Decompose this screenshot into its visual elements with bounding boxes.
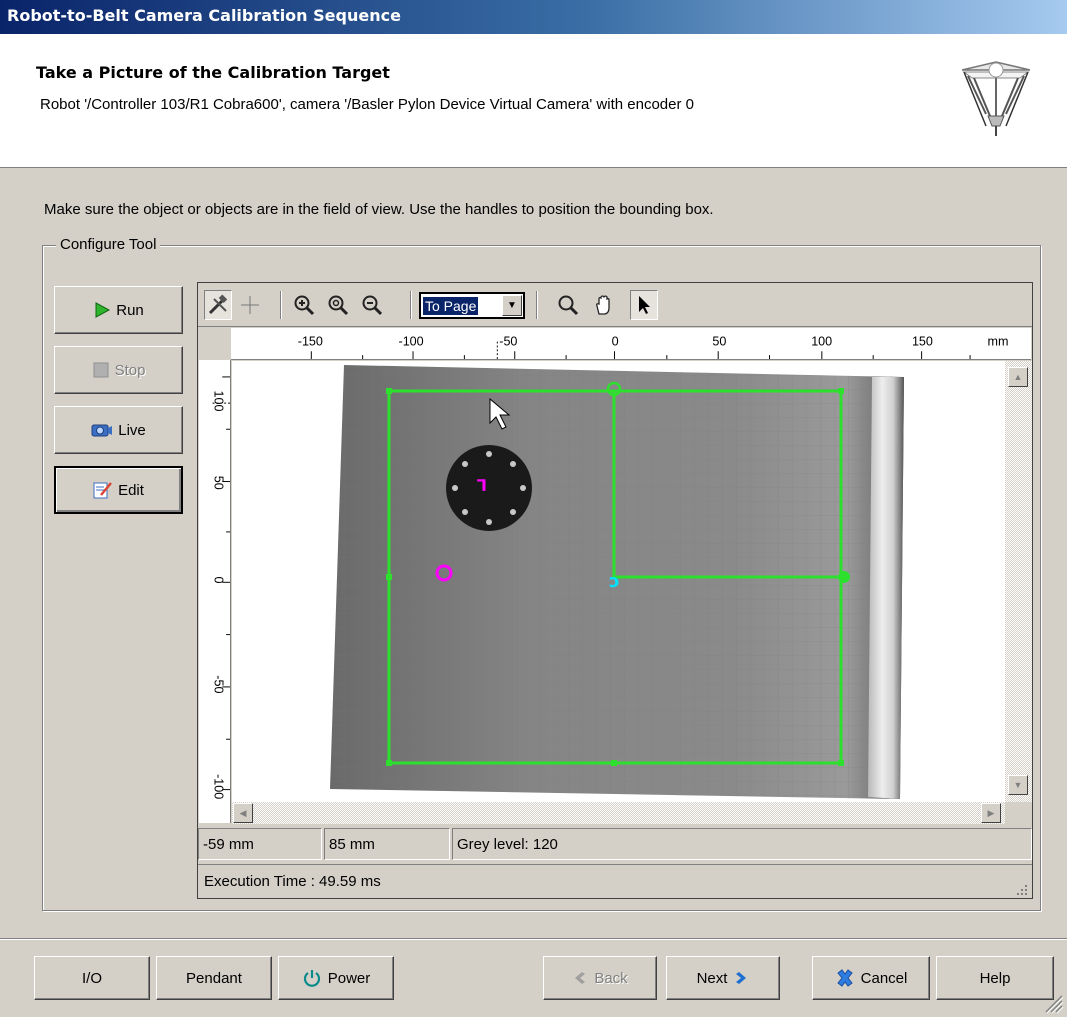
magnify-icon[interactable] xyxy=(554,290,582,320)
viewer-toolbar: To Page ▼ xyxy=(198,283,1032,327)
edit-button[interactable]: Edit xyxy=(54,466,183,514)
cancel-button[interactable]: Cancel xyxy=(812,956,930,1000)
h-tick: -50 xyxy=(499,334,517,348)
h-unit: mm xyxy=(988,334,1009,348)
stop-icon xyxy=(93,362,109,378)
chevron-right-icon xyxy=(736,972,747,984)
h-tick: -100 xyxy=(399,334,424,348)
zoom-select[interactable]: To Page ▼ xyxy=(419,292,525,319)
play-icon xyxy=(95,302,111,318)
pointer-icon[interactable] xyxy=(630,290,658,320)
ruler-corner xyxy=(199,328,231,360)
zoom-in-icon[interactable] xyxy=(290,290,318,320)
step-title: Take a Picture of the Calibration Target xyxy=(36,63,390,82)
pendant-button[interactable]: Pendant xyxy=(156,956,272,1000)
v-tick: -50 xyxy=(212,675,226,693)
group-label: Configure Tool xyxy=(56,236,161,253)
v-tick: -100 xyxy=(212,774,226,799)
next-button[interactable]: Next xyxy=(666,956,780,1000)
status-y: 85 mm xyxy=(324,828,450,860)
camera-image-canvas[interactable]: ⅂ ↄ xyxy=(232,361,1005,802)
scroll-up-icon[interactable]: ▲ xyxy=(1008,367,1028,387)
pan-hand-icon[interactable] xyxy=(590,290,618,320)
io-button[interactable]: I/O xyxy=(34,956,150,1000)
chevron-down-icon[interactable]: ▼ xyxy=(502,295,522,316)
zoom-out-icon[interactable] xyxy=(358,290,386,320)
v-tick: 50 xyxy=(212,476,226,490)
step-subtitle: Robot '/Controller 103/R1 Cobra600', cam… xyxy=(40,96,694,113)
scroll-down-icon[interactable]: ▼ xyxy=(1008,775,1028,795)
chevron-left-icon xyxy=(575,972,586,984)
power-icon xyxy=(303,970,320,987)
v-tick: 100 xyxy=(212,390,226,411)
tools-icon[interactable] xyxy=(204,290,232,320)
h-tick: 100 xyxy=(811,334,832,348)
status-bar: -59 mm 85 mm Grey level: 120 xyxy=(198,828,1032,860)
instruction-text: Make sure the object or objects are in t… xyxy=(44,201,714,218)
vertical-scrollbar[interactable]: ▲ ▼ xyxy=(1005,361,1032,802)
v-tick: 0 xyxy=(212,576,226,583)
run-button[interactable]: Run xyxy=(54,286,183,334)
stop-button[interactable]: Stop xyxy=(54,346,183,394)
h-tick: 150 xyxy=(912,334,933,348)
svg-text:⅂: ⅂ xyxy=(476,476,486,495)
back-button[interactable]: Back xyxy=(543,956,657,1000)
power-button[interactable]: Power xyxy=(278,956,394,1000)
status-x: -59 mm xyxy=(198,828,322,860)
edit-icon xyxy=(93,482,113,499)
help-button[interactable]: Help xyxy=(936,956,1054,1000)
live-button[interactable]: Live xyxy=(54,406,183,454)
h-tick: 50 xyxy=(712,334,726,348)
execution-time: Execution Time : 49.59 ms xyxy=(198,864,1032,898)
scroll-corner xyxy=(1005,802,1032,824)
camera-icon xyxy=(91,424,113,437)
zoom-fit-icon[interactable] xyxy=(324,290,352,320)
h-tick: -150 xyxy=(298,334,323,348)
window-resize-grip-icon[interactable] xyxy=(1040,990,1064,1014)
zoom-value: To Page xyxy=(423,296,479,315)
scroll-left-icon[interactable]: ◀ xyxy=(233,803,253,823)
resize-grip-icon[interactable] xyxy=(1014,882,1028,896)
h-tick: 0 xyxy=(612,334,619,348)
horizontal-ruler: -150 -100 -50 0 50 100 150 mm xyxy=(231,328,1031,360)
crosshair-icon[interactable] xyxy=(236,290,264,320)
cancel-icon xyxy=(836,969,853,987)
vertical-ruler: 100 50 0 -50 -100 xyxy=(199,360,231,823)
delta-robot-icon xyxy=(961,61,1031,136)
footer-separator xyxy=(0,938,1067,940)
horizontal-scrollbar[interactable]: ◀ ▶ xyxy=(232,802,1005,824)
calibration-target: ⅂ xyxy=(446,445,532,531)
status-grey-level: Grey level: 120 xyxy=(452,828,1032,860)
scroll-right-icon[interactable]: ▶ xyxy=(981,803,1001,823)
origin-marker: ↄ xyxy=(609,571,620,592)
window-title: Robot-to-Belt Camera Calibration Sequenc… xyxy=(0,0,1067,34)
